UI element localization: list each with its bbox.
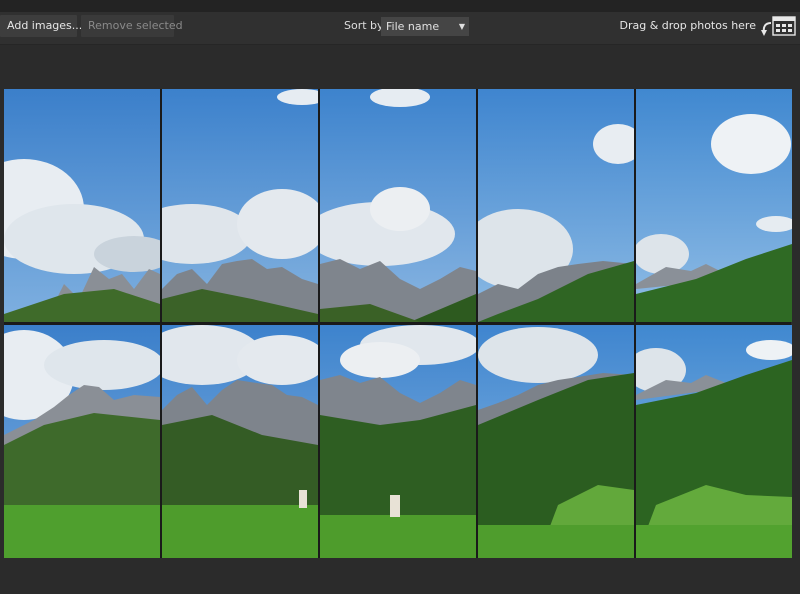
- sort-select[interactable]: File name ▼: [381, 17, 469, 36]
- photo-tile[interactable]: [4, 89, 160, 322]
- photo-tile[interactable]: [636, 325, 792, 558]
- photo-tile[interactable]: [162, 89, 318, 322]
- photo-tile[interactable]: [162, 325, 318, 558]
- sort-select-value: File name: [386, 20, 440, 33]
- add-images-button[interactable]: Add images...: [0, 15, 82, 37]
- photo-tile[interactable]: [320, 325, 476, 558]
- toolbar: Add images... Remove selected Sort by Fi…: [0, 12, 800, 45]
- photo-tile[interactable]: [4, 325, 160, 558]
- photo-tile[interactable]: [478, 89, 634, 322]
- drag-drop-label: Drag & drop photos here: [619, 19, 756, 32]
- drag-drop-icon[interactable]: [760, 15, 798, 39]
- remove-selected-button[interactable]: Remove selected: [81, 15, 183, 37]
- photo-gallery: [4, 89, 792, 558]
- chevron-down-icon: ▼: [458, 22, 465, 31]
- photo-tile[interactable]: [320, 89, 476, 322]
- photo-tile[interactable]: [478, 325, 634, 558]
- window-top-strip: [0, 0, 800, 12]
- sort-by-label: Sort by: [344, 19, 384, 32]
- photo-tile[interactable]: [636, 89, 792, 322]
